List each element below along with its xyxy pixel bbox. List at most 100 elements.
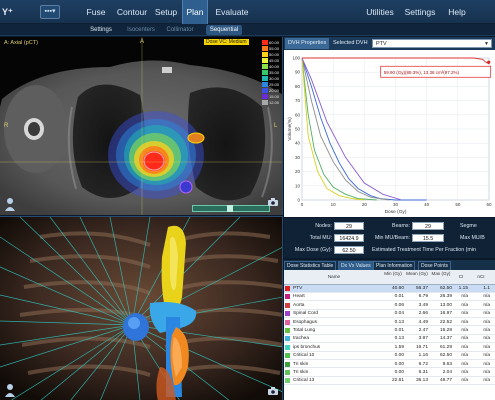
nav-setup[interactable]: Setup: [150, 0, 182, 24]
tab-dose-points[interactable]: Dose Points: [418, 261, 451, 270]
dvh-y-tick-label: 70: [295, 98, 301, 103]
beam-3d-render: [0, 217, 282, 400]
subtab-collimator[interactable]: Collimator: [164, 25, 196, 35]
structure-name: Heart: [293, 294, 305, 300]
est-time-label: Estimated Treatment Time Per Fraction (m…: [372, 247, 476, 253]
dvh-chart[interactable]: 01020304050607080901000 10 20 30 40 50 60Volum…: [284, 50, 495, 217]
structure-color-swatch: [285, 328, 290, 333]
nav-fuse[interactable]: Fuse: [78, 0, 114, 24]
dose-legend-value: 45.00: [269, 57, 280, 63]
structure-name: Tri skin: [293, 361, 309, 367]
table-row[interactable]: Aorta 0.06 3.49 13.00 n/a n/a: [284, 302, 495, 310]
dose-legend-swatch: [262, 87, 268, 93]
cell-min: 0.00: [394, 361, 404, 367]
dvh-y-tick-label: 80: [295, 84, 301, 89]
nav-utilities[interactable]: Utilities: [364, 0, 396, 24]
table-row[interactable]: ips bronchus 1.59 16.71 61.29 n/a n/a: [284, 344, 495, 352]
cell-mean: 3.49: [418, 302, 428, 308]
col-name[interactable]: Name: [314, 274, 354, 280]
slice-slider[interactable]: [192, 205, 270, 212]
table-row[interactable]: Tri skin 0.00 6.72 9.63 n/a n/a: [284, 361, 495, 369]
camera-icon-3d[interactable]: [268, 387, 278, 395]
ct-axial-view[interactable]: A: Axial (pCT) A R L Dose VC: Medium 60.…: [0, 37, 283, 215]
dvh-y-tick-label: 50: [295, 127, 301, 132]
beam-3d-view[interactable]: [0, 216, 283, 400]
sub-tab-bar: Settings Isocenters Collimator Sequentia…: [0, 24, 495, 36]
table-row[interactable]: Critical 10 0.00 1.16 62.50 n/a n/a: [284, 352, 495, 360]
col-min[interactable]: Min (Gy): [382, 271, 404, 277]
dvh-panel: DVH Properties Selected DVH PTV ▼ 0 10 20 3…: [284, 37, 495, 217]
tab-dx-vx-values[interactable]: Dx Vx Values: [338, 261, 374, 270]
cell-mean: 3.97: [418, 336, 428, 342]
table-row[interactable]: PTV 40.60 56.37 62.50 1.15 1.1: [284, 285, 495, 293]
cell-mean: 2.47: [418, 328, 428, 333]
cell-ci: n/a: [461, 328, 468, 333]
max-dose-value: 62.50: [334, 246, 364, 254]
dvh-y-tick-label: 40: [295, 141, 301, 146]
dose-legend-swatch: [262, 93, 268, 99]
nav-contour[interactable]: Contour: [113, 0, 151, 24]
structure-color-swatch: [285, 361, 290, 367]
cell-nci: 1.1: [483, 286, 490, 291]
nav-settings[interactable]: Settings: [402, 0, 438, 24]
cell-ci: n/a: [461, 344, 468, 350]
table-row[interactable]: Tri skin 0.00 6.31 2.04 n/a n/a: [284, 369, 495, 377]
structure-name: Spinal Cord: [293, 311, 319, 317]
table-row[interactable]: Critical 13 22.61 36.13 48.77 n/a n/a: [284, 377, 495, 386]
col-ci[interactable]: CI: [454, 274, 468, 280]
table-row[interactable]: Heart 0.01 6.79 26.39 n/a n/a: [284, 293, 495, 302]
dvh-annotation-point: [487, 60, 491, 64]
nav-evaluate[interactable]: Evaluate: [212, 0, 252, 24]
subtab-settings[interactable]: Settings: [86, 25, 116, 35]
nav-help[interactable]: Help: [446, 0, 468, 24]
cell-max: 62.50: [439, 353, 452, 359]
table-row[interactable]: Spinal Cord 0.04 2.66 16.97 n/a n/a: [284, 310, 495, 318]
min-mu-label: Min MU/Beam:: [374, 235, 410, 241]
cell-nci: n/a: [483, 370, 490, 375]
col-nci[interactable]: nCI: [472, 274, 490, 280]
dvh-y-axis-label: Volume(%): [287, 117, 293, 141]
table-row[interactable]: trachea 0.13 3.97 14.37 n/a n/a: [284, 335, 495, 344]
cell-ci: n/a: [461, 353, 468, 359]
dose-legend-swatch: [262, 39, 268, 45]
col-mean[interactable]: Mean (Gy): [406, 271, 428, 277]
structure-name: trachea: [293, 336, 309, 342]
structure-name: Esophagus: [293, 319, 318, 325]
table-tab-bar: Dose Statistics Table Dx Vx Values Plan …: [284, 260, 495, 270]
col-max[interactable]: Max (Gy): [430, 271, 452, 277]
dose-vc-tag[interactable]: Dose VC: Medium: [204, 39, 249, 45]
app-menu-button[interactable]: ▪▪▪▾: [40, 5, 60, 19]
cell-ci: n/a: [461, 294, 468, 300]
dose-legend-value: 20.00: [269, 87, 280, 93]
table-row[interactable]: Esophagus 0.13 4.49 22.52 n/a n/a: [284, 319, 495, 327]
slice-slider-thumb[interactable]: [227, 205, 233, 212]
tab-dvh-properties[interactable]: DVH Properties: [285, 38, 330, 49]
tab-plan-information[interactable]: Plan Information: [373, 261, 416, 270]
cell-max: 13.00: [439, 302, 452, 308]
dvh-y-tick-label: 30: [295, 155, 301, 160]
chevron-down-icon: ▼: [484, 41, 489, 47]
cell-max: 61.29: [439, 344, 452, 350]
structure-name: PTV: [293, 286, 303, 291]
structure-color-swatch: [285, 302, 290, 308]
camera-icon[interactable]: [268, 198, 278, 206]
cell-min: 0.06: [394, 302, 404, 308]
dose-legend-swatch: [262, 81, 268, 87]
tab-selected-dvh[interactable]: Selected DVH: [330, 38, 371, 49]
cell-mean: 16.71: [415, 344, 428, 350]
nav-plan[interactable]: Plan: [182, 0, 208, 24]
subtab-sequential[interactable]: Sequential: [206, 25, 242, 35]
dvh-x-tick-label: 10: [331, 202, 337, 207]
dose-legend-value: 25.00: [269, 81, 280, 87]
table-row[interactable]: Total Lung 0.01 2.47 15.28 n/a n/a: [284, 327, 495, 335]
beams-label: Beams:: [392, 223, 410, 229]
dose-statistics-table: Name Min (Gy) Mean (Gy) Max (Gy) CI nCI …: [284, 270, 495, 400]
cell-min: 0.01: [394, 328, 404, 333]
dvh-select-value: PTV: [376, 41, 387, 47]
dvh-structure-select[interactable]: PTV ▼: [372, 39, 492, 48]
tab-dose-statistics[interactable]: Dose Statistics Table: [284, 261, 337, 270]
nodes-label: Nodes:: [315, 223, 332, 229]
structure-name: Total Lung: [293, 328, 316, 333]
patient-orientation-icon-3d: [5, 384, 15, 397]
subtab-isocenters[interactable]: Isocenters: [124, 25, 158, 35]
